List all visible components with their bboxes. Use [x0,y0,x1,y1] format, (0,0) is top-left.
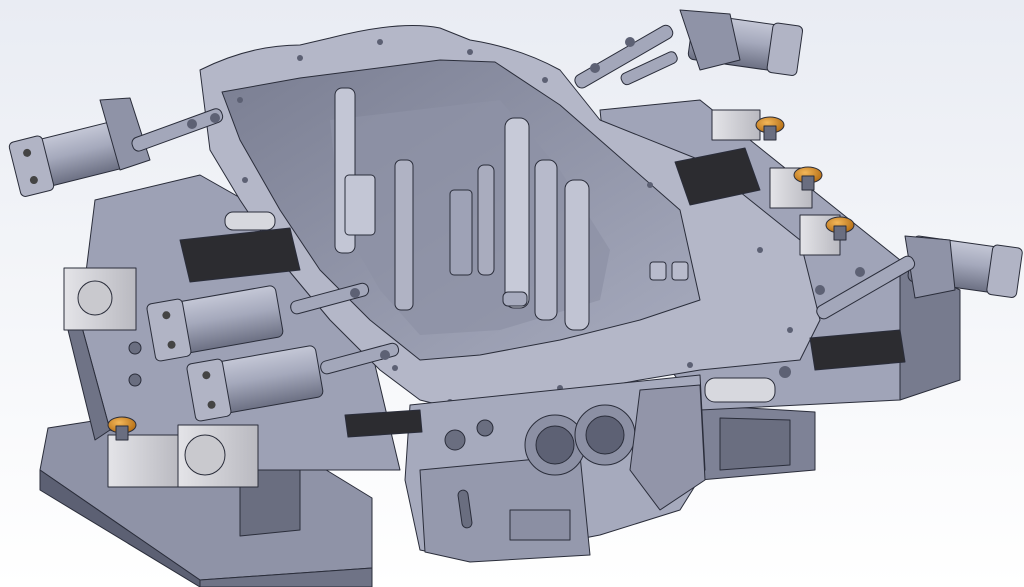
pad [344,409,423,438]
fixture-scene [0,0,1024,587]
base-plate-right [699,404,816,481]
cad-viewport[interactable] [0,0,1024,587]
